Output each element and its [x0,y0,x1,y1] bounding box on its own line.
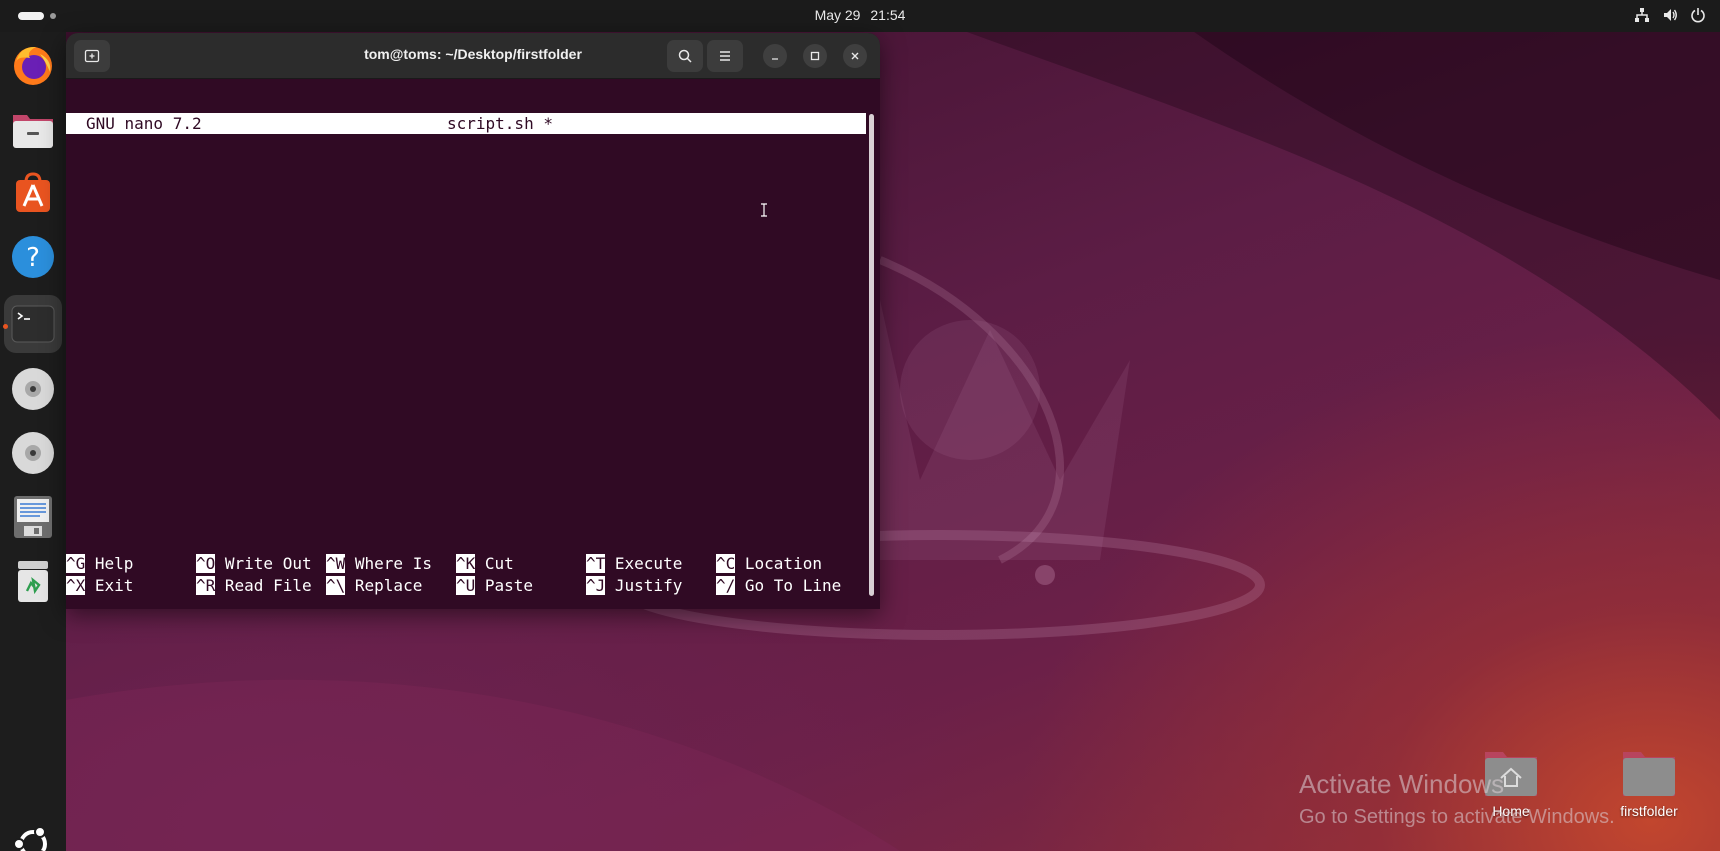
firefox-icon [14,46,52,85]
dock: ? [0,32,66,851]
shortcut-write-out: ^O Write Out [196,553,312,574]
watermark-subtitle: Go to Settings to activate Windows. [1299,806,1615,828]
maximize-button[interactable] [803,44,827,68]
close-button[interactable] [843,44,867,68]
terminal-icon [11,305,55,343]
shortcut-key: ^K [456,554,476,573]
dock-item-terminal[interactable] [4,295,62,353]
shortcut-label: Read File [215,576,312,595]
running-indicator [3,324,8,329]
shortcut-key: ^\ [326,576,346,595]
window-title: tom@toms: ~/Desktop/firstfolder [364,46,582,62]
svg-text:?: ? [26,243,40,273]
shortcut-label: Location [735,554,822,573]
text-editor-icon [14,496,52,538]
minimize-icon [772,58,778,60]
trash-icon [18,561,48,602]
top-bar: May 29 21:54 [0,0,1720,32]
shortcut-where-is: ^W Where Is [326,553,432,574]
hamburger-menu-icon [720,51,730,61]
shortcut-label: Justify [605,576,683,595]
clock-time: 21:54 [870,7,906,23]
dock-item-files[interactable] [4,100,62,158]
shortcut-go-to-line: ^/ Go To Line [716,575,841,596]
shortcut-key: ^T [586,554,606,573]
shortcut-exit: ^X Exit [66,575,133,596]
shortcut-label: Paste [475,576,534,595]
shortcut-cut: ^K Cut [456,553,514,574]
shortcut-key: ^X [66,576,86,595]
shortcut-label: Write Out [215,554,312,573]
dock-item-trash[interactable] [4,552,62,610]
search-button[interactable] [667,40,703,72]
shortcut-justify: ^J Justify [586,575,682,596]
shortcut-location: ^C Location [716,553,822,574]
shortcut-label: Execute [605,554,683,573]
nano-version: GNU nano 7.2 [86,114,202,133]
menu-button[interactable] [707,40,743,72]
shortcut-key: ^G [66,554,86,573]
terminal-window[interactable]: tom@toms: ~/Desktop/firstfolder GNU nano… [66,33,880,609]
shortcut-read-file: ^R Read File [196,575,312,596]
clock-date: May 29 [814,7,861,23]
shortcut-paste: ^U Paste [456,575,533,596]
watermark-title: Activate Windows [1299,769,1505,799]
nano-filename: script.sh * [447,114,553,133]
shortcut-label: Where Is [345,554,432,573]
desktop-icon-firstfolder-label: firstfolder [1620,803,1678,819]
dock-item-app-center[interactable] [4,164,62,222]
optical-disc-icon [12,368,54,410]
shortcut-label: Replace [345,576,423,595]
nano-shortcut-bar: ^G Help ^O Write Out ^W Where Is ^K Cut … [66,553,866,597]
optical-disc-icon [12,432,54,474]
network-icon [1635,8,1649,22]
shortcut-key: ^O [196,554,216,573]
dock-item-disc-1[interactable] [4,360,62,418]
ubuntu-logo-icon [13,826,47,851]
shortcut-label: Help [85,554,134,573]
shortcut-key: ^R [196,576,216,595]
minimize-button[interactable] [763,44,787,68]
desktop-icon-firstfolder[interactable]: firstfolder [1604,748,1694,819]
folder-icon [1623,752,1675,796]
shortcut-label: Exit [85,576,134,595]
shortcut-replace: ^\ Replace [326,575,422,596]
system-tray[interactable] [1634,7,1706,23]
dock-item-firefox[interactable] [4,36,62,94]
show-apps-button[interactable] [4,815,62,851]
help-icon: ? [12,236,54,278]
files-icon [13,115,53,148]
close-icon [851,52,859,60]
shortcut-label: Cut [475,554,514,573]
terminal-scrollbar[interactable] [869,114,874,596]
shortcut-key: ^J [586,576,606,595]
shortcut-key: ^C [716,554,736,573]
text-cursor-icon [761,203,767,217]
dock-item-text-editor[interactable] [4,488,62,546]
volume-icon [1664,9,1677,21]
shortcut-key: ^/ [716,576,736,595]
dock-item-help[interactable]: ? [4,228,62,286]
maximize-icon [810,51,820,61]
window-titlebar[interactable]: tom@toms: ~/Desktop/firstfolder [66,33,880,79]
power-icon [1691,8,1705,23]
shortcut-key: ^W [326,554,346,573]
terminal-content[interactable]: GNU nano 7.2 script.sh * ^G Help ^O Writ… [66,79,880,609]
clock[interactable]: May 29 21:54 [0,7,1720,23]
shortcut-key: ^U [456,576,476,595]
shortcut-label: Go To Line [735,576,842,595]
search-icon [678,49,692,63]
activation-watermark: Activate Windows Go to Settings to activ… [1299,769,1615,829]
shortcut-help: ^G Help [66,553,133,574]
nano-header-bar: GNU nano 7.2 script.sh * [66,113,866,134]
dock-item-disc-2[interactable] [4,424,62,482]
app-center-icon [16,172,50,212]
shortcut-execute: ^T Execute [586,553,682,574]
